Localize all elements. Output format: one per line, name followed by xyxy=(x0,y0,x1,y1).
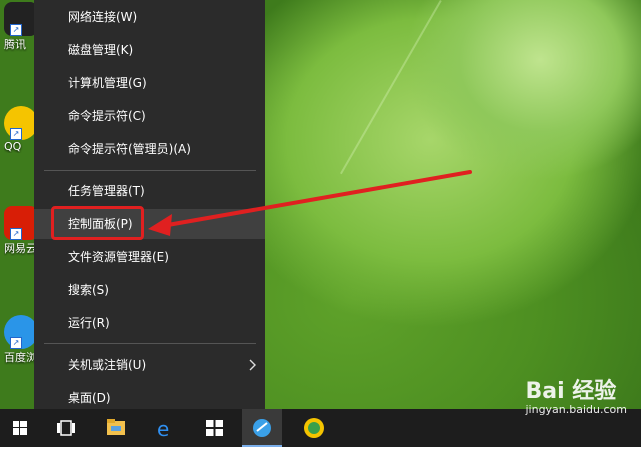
task-view-icon[interactable] xyxy=(48,409,88,447)
app-icon[interactable] xyxy=(242,409,282,447)
svg-text:e: e xyxy=(157,417,169,441)
watermark-url: jingyan.baidu.com xyxy=(525,403,627,416)
baidu-jingyan-watermark: Bai 经验 jingyan.baidu.com xyxy=(525,373,627,416)
store-icon[interactable] xyxy=(194,409,234,447)
edge-icon[interactable]: e xyxy=(146,409,186,447)
qq-browser-icon[interactable] xyxy=(294,409,334,447)
windows-start-icon[interactable] xyxy=(0,409,40,447)
watermark-brand: Bai 经验 xyxy=(525,379,617,404)
file-explorer-icon[interactable] xyxy=(96,409,136,447)
